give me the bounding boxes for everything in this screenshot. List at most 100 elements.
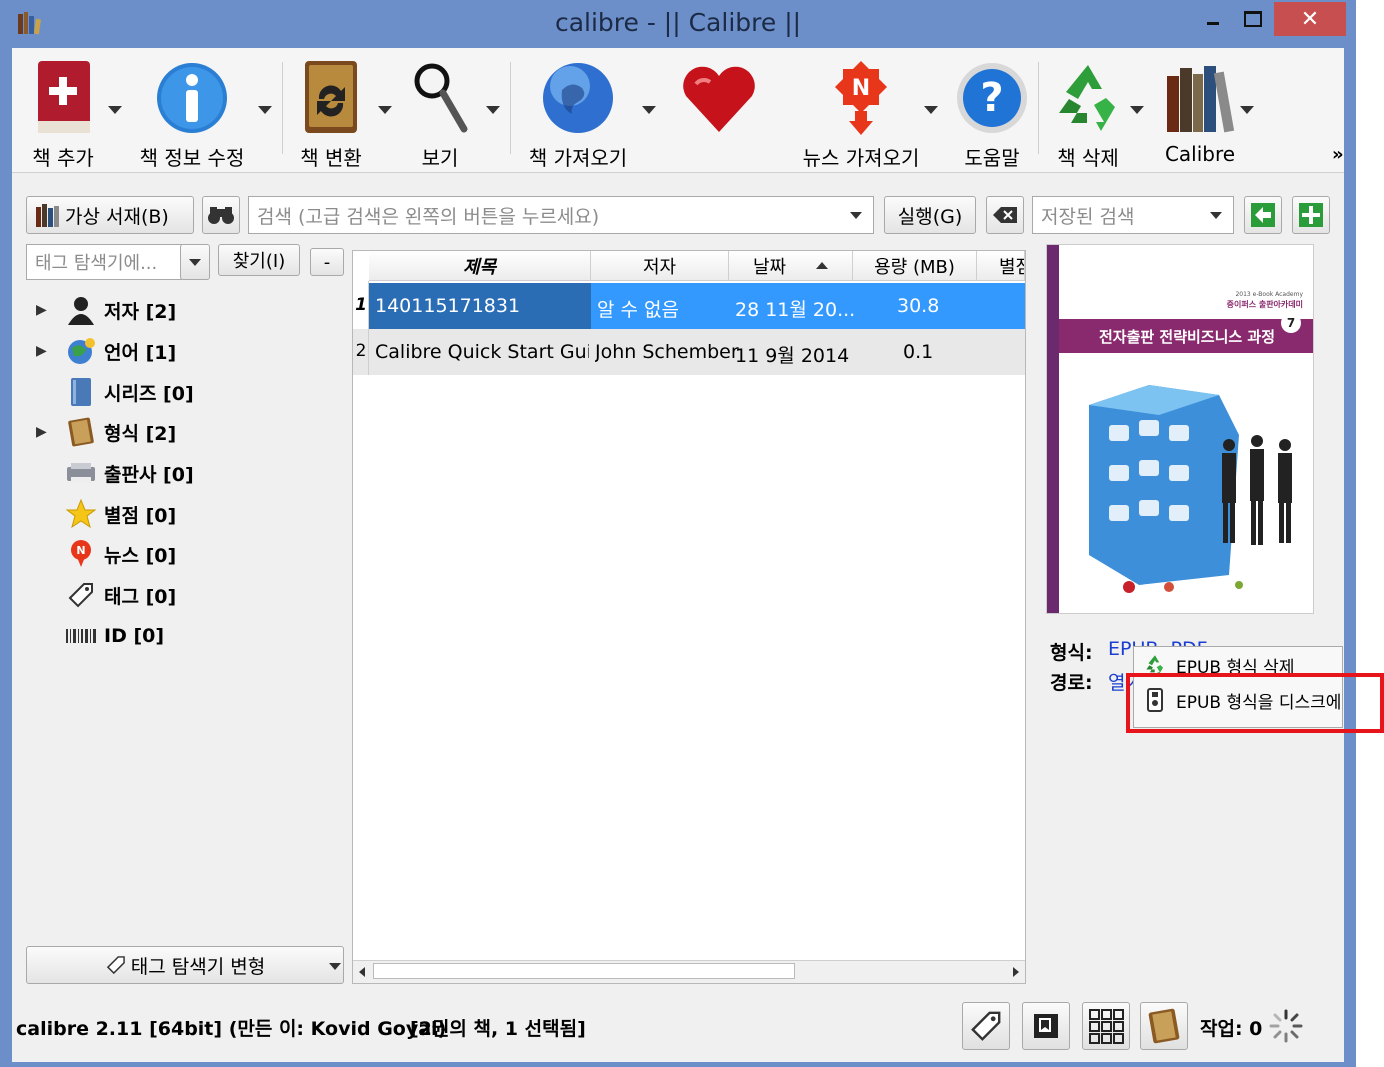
tree-item-series[interactable]: 시리즈 [0] <box>36 374 194 410</box>
get-books-button[interactable]: 책 가져오기 <box>522 58 634 171</box>
book-cover[interactable]: 2013 e-Book Academy 중이퍼스 출판아카데미 전자출판 전략비… <box>1046 244 1314 614</box>
tree-item-news[interactable]: N 뉴스 [0] <box>36 536 176 572</box>
convert-dropdown[interactable] <box>378 106 392 114</box>
series-icon <box>71 378 91 406</box>
convert-books-button[interactable]: 책 변환 <box>294 58 368 171</box>
saved-search-dropdown[interactable] <box>1210 212 1222 219</box>
virtual-library-button[interactable]: 가상 서재(B) <box>26 196 194 234</box>
tree-item-label: 별점 [0] <box>104 504 177 527</box>
tag-icon <box>971 1011 1001 1041</box>
cover-grid-toggle-button[interactable] <box>1082 1002 1130 1050</box>
cell-author: 알 수 없음 <box>597 299 679 321</box>
jobs-status[interactable]: 작업: 0 <box>1200 1014 1262 1041</box>
scroll-right-icon[interactable] <box>1013 967 1019 977</box>
help-button[interactable]: ? 도움말 <box>952 58 1032 171</box>
cover-spine <box>1047 245 1059 613</box>
column-header-date-label: 날짜 <box>752 256 787 278</box>
library-icon <box>1167 66 1235 133</box>
more-toolbar-button[interactable]: » <box>1332 144 1344 165</box>
cover-title-text: 전자출판 전략비즈니스 과정 <box>1098 327 1276 346</box>
cell-date: 11 9월 2014 <box>735 345 850 367</box>
view-button[interactable]: 보기 <box>410 58 470 171</box>
tree-item-label: 시리즈 [0] <box>104 382 194 405</box>
add-books-button[interactable]: 책 추가 <box>26 58 100 171</box>
book-list-table[interactable]: 제목 저자 날짜 용량 (MB) 별점 1 140115171831 알 수 없… <box>352 250 1026 984</box>
tree-item-authors[interactable]: ▶ 저자 [2] <box>36 292 176 328</box>
clear-search-button[interactable] <box>986 196 1024 234</box>
path-label: 경로: <box>1050 672 1093 694</box>
edit-metadata-dropdown[interactable] <box>258 106 272 114</box>
chevron-down-icon <box>329 963 341 970</box>
tag-find-button[interactable]: 찾기(I) <box>218 244 300 276</box>
column-header-author[interactable]: 저자 <box>591 251 729 281</box>
busy-spinner-icon <box>1269 1009 1303 1043</box>
sort-ascending-icon <box>816 262 829 269</box>
scroll-left-icon[interactable] <box>359 967 365 977</box>
tag-filter-placeholder: 태그 탐색기에... <box>35 253 158 274</box>
column-header-title[interactable]: 제목 <box>369 251 591 281</box>
tree-item-formats[interactable]: ▶ 형식 [2] <box>36 414 176 450</box>
help-icon: ? <box>957 63 1027 133</box>
title-bar[interactable]: calibre - || Calibre || ✕ <box>0 0 1356 48</box>
edit-metadata-label: 책 정보 수정 <box>139 146 245 170</box>
donate-button[interactable] <box>678 58 760 138</box>
edit-metadata-button[interactable]: 책 정보 수정 <box>136 58 248 171</box>
get-books-dropdown[interactable] <box>642 106 656 114</box>
column-header-size[interactable]: 용량 (MB) <box>853 251 977 281</box>
fetch-news-button[interactable]: N 뉴스 가져오기 <box>788 58 934 171</box>
news-icon: N <box>835 61 887 135</box>
alter-tag-browser-button[interactable]: 태그 탐색기 변형 <box>26 946 344 984</box>
tag-small-icon <box>106 956 125 975</box>
calibre-library-button[interactable]: Calibre <box>1158 58 1242 166</box>
remove-books-dropdown[interactable] <box>1130 106 1144 114</box>
tag-browser-toggle-button[interactable] <box>962 1002 1010 1050</box>
cell-title: 140115171831 <box>375 295 521 317</box>
cover-illustration <box>1089 385 1292 593</box>
fetch-news-dropdown[interactable] <box>924 106 938 114</box>
copy-search-button[interactable] <box>1244 196 1282 234</box>
tree-item-languages[interactable]: ▶ 언어 [1] <box>36 333 176 369</box>
add-books-label: 책 추가 <box>32 146 94 170</box>
get-books-label: 책 가져오기 <box>528 146 628 170</box>
tree-item-ratings[interactable]: 별점 [0] <box>36 496 176 532</box>
saved-search-input[interactable]: 저장된 검색 <box>1032 196 1234 234</box>
grid-icon <box>1089 1009 1124 1044</box>
expand-arrow-icon[interactable]: ▶ <box>36 424 50 440</box>
scrollbar-thumb[interactable] <box>373 963 795 979</box>
minimize-button[interactable] <box>1196 2 1230 36</box>
tag-filter-dropdown[interactable] <box>180 244 210 280</box>
book-details-toggle-button[interactable] <box>1022 1002 1070 1050</box>
tree-item-label: 태그 [0] <box>104 585 177 608</box>
save-search-button[interactable] <box>1292 196 1330 234</box>
tree-item-label: 뉴스 [0] <box>104 544 177 567</box>
cover-browser-toggle-button[interactable] <box>1140 1002 1188 1050</box>
add-books-dropdown[interactable] <box>108 106 122 114</box>
view-dropdown[interactable] <box>486 106 500 114</box>
tree-item-publishers[interactable]: 출판사 [0] <box>36 455 194 491</box>
chevron-down-icon <box>189 258 201 266</box>
search-history-dropdown[interactable] <box>850 212 862 219</box>
column-header-date[interactable]: 날짜 <box>729 251 853 281</box>
collapse-all-button[interactable]: - <box>310 248 344 276</box>
tree-item-label: 언어 [1] <box>104 341 177 364</box>
convert-icon <box>305 61 357 133</box>
maximize-button[interactable] <box>1236 2 1270 36</box>
expand-arrow-icon[interactable]: ▶ <box>36 302 50 318</box>
column-header-rating[interactable]: 별점 <box>977 251 1025 281</box>
expand-arrow-icon[interactable]: ▶ <box>36 343 50 359</box>
cover-top-text: 2013 e-Book Academy <box>1235 291 1303 298</box>
tree-item-identifiers[interactable]: ID [0] <box>36 618 164 654</box>
heart-icon <box>683 66 755 132</box>
search-input[interactable]: 검색 (고급 검색은 왼쪽의 버튼을 누르세요) <box>248 196 874 234</box>
remove-books-button[interactable]: 책 삭제 <box>1046 58 1130 171</box>
search-placeholder: 검색 (고급 검색은 왼쪽의 버튼을 누르세요) <box>257 205 600 228</box>
library-dropdown[interactable] <box>1240 106 1254 114</box>
formats-icon <box>68 417 94 447</box>
horizontal-scrollbar[interactable] <box>353 960 1025 983</box>
tree-item-label: ID [0] <box>104 625 165 647</box>
search-go-button[interactable]: 실행(G) <box>884 196 976 234</box>
tree-item-tags[interactable]: 태그 [0] <box>36 577 176 613</box>
close-button[interactable]: ✕ <box>1274 2 1346 36</box>
advanced-search-button[interactable] <box>202 196 240 234</box>
tag-browser-filter[interactable]: 태그 탐색기에... <box>26 244 182 280</box>
